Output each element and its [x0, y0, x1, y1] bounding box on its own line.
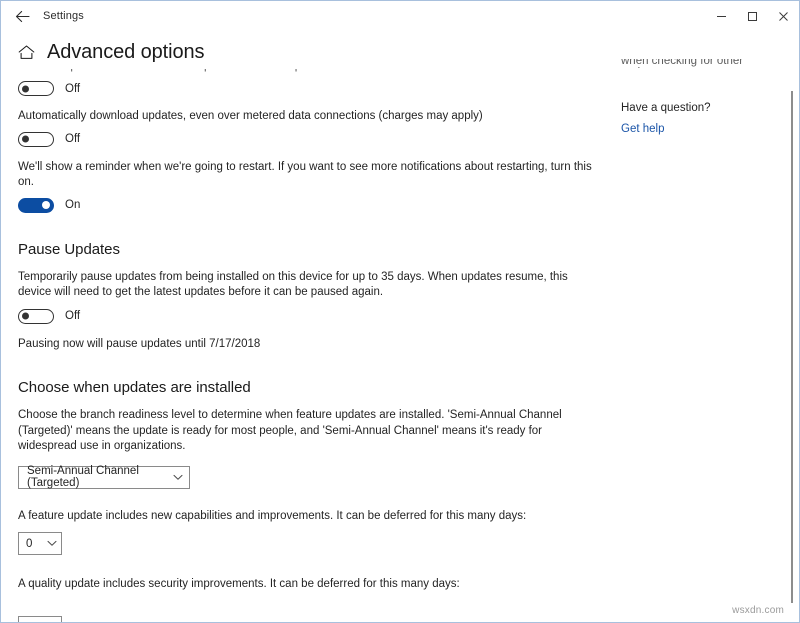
side-info-column: when checking for other updates. Have a …	[621, 31, 781, 137]
maximize-button[interactable]	[737, 1, 768, 31]
feature-update-defer-dropdown[interactable]: 0	[18, 532, 62, 555]
restart-reminder-toggle[interactable]	[18, 198, 54, 213]
quality-update-defer-dropdown[interactable]: 0	[18, 616, 62, 623]
restart-reminder-toggle-row[interactable]: On	[18, 198, 611, 213]
pause-updates-description: Temporarily pause updates from being ins…	[18, 270, 603, 301]
settings-window: Settings	[0, 0, 800, 623]
pause-updates-note: Pausing now will pause updates until 7/1…	[18, 337, 603, 353]
back-button[interactable]	[1, 1, 43, 31]
minimize-button[interactable]	[706, 1, 737, 31]
scrollbar-thumb[interactable]	[791, 91, 793, 603]
microsoft-products-toggle[interactable]	[18, 81, 54, 96]
choose-when-heading: Choose when updates are installed	[18, 379, 611, 396]
side-clipped-text: when checking for other updates.	[621, 59, 781, 68]
toggle-knob	[22, 313, 29, 320]
vertical-scrollbar[interactable]	[785, 31, 795, 623]
toggle-knob	[22, 136, 29, 143]
side-clipped-remnant: when checking for other updates.	[621, 59, 781, 68]
quality-update-label: A quality update includes security impro…	[18, 577, 603, 593]
toggle-knob	[42, 201, 50, 209]
metered-updates-description: Automatically download updates, even ove…	[18, 109, 603, 125]
settings-body: Advanced options Give me updates for oth…	[1, 31, 799, 623]
title-bar: Settings	[1, 1, 799, 31]
clipped-text-remnant: Give me updates for other Microsoft prod…	[18, 69, 611, 78]
chevron-down-icon	[173, 474, 183, 481]
branch-readiness-value: Semi-Annual Channel (Targeted)	[27, 465, 173, 489]
pause-updates-heading: Pause Updates	[18, 241, 611, 258]
get-help-link[interactable]: Get help	[621, 123, 664, 135]
pause-updates-toggle-row[interactable]: Off	[18, 309, 611, 324]
restart-reminder-toggle-state: On	[65, 199, 80, 211]
page-title: Advanced options	[47, 41, 204, 64]
main-content-column: Advanced options Give me updates for oth…	[1, 31, 611, 623]
metered-updates-toggle-state: Off	[65, 133, 80, 145]
have-a-question-heading: Have a question?	[621, 102, 781, 114]
page-header: Advanced options	[18, 39, 611, 65]
restart-reminder-description: We'll show a reminder when we're going t…	[18, 160, 603, 191]
metered-updates-toggle-row[interactable]: Off	[18, 132, 611, 147]
branch-readiness-dropdown[interactable]: Semi-Annual Channel (Targeted)	[18, 466, 190, 489]
close-button[interactable]	[768, 1, 799, 31]
microsoft-products-toggle-row[interactable]: Off	[18, 81, 611, 96]
feature-update-label: A feature update includes new capabiliti…	[18, 509, 603, 525]
choose-when-description: Choose the branch readiness level to det…	[18, 408, 603, 455]
pause-updates-toggle-state: Off	[65, 310, 80, 322]
watermark: wsxdn.com	[732, 605, 784, 616]
clipped-text: Give me updates for other Microsoft prod…	[18, 69, 377, 72]
microsoft-products-toggle-state: Off	[65, 83, 80, 95]
feature-update-defer-value: 0	[26, 538, 32, 550]
metered-updates-toggle[interactable]	[18, 132, 54, 147]
toggle-knob	[22, 85, 29, 92]
window-title: Settings	[43, 10, 84, 22]
home-icon[interactable]	[18, 45, 35, 60]
chevron-down-icon	[47, 540, 57, 547]
pause-updates-toggle[interactable]	[18, 309, 54, 324]
caption-buttons	[706, 1, 799, 31]
